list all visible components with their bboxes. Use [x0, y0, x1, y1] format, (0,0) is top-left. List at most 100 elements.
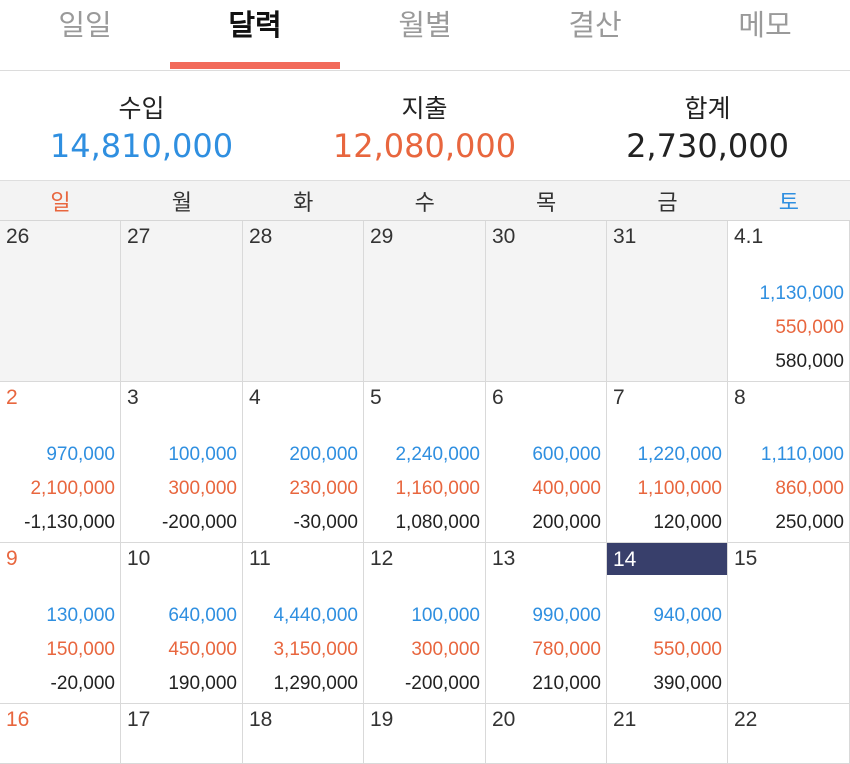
day-total-amount: 120,000 — [653, 512, 722, 533]
day-expense-amount: 150,000 — [46, 639, 115, 660]
day-expense-amount: 860,000 — [775, 478, 844, 499]
expense-label: 지출 — [401, 94, 448, 123]
calendar-day-cell[interactable]: 30 — [486, 221, 607, 382]
calendar-day-cell[interactable]: 6 600,000 400,000 200,000 — [486, 382, 607, 543]
day-total-amount: 580,000 — [775, 351, 844, 372]
day-number: 8 — [734, 386, 746, 409]
calendar-day-cell[interactable]: 2 970,000 2,100,000 -1,130,000 — [0, 382, 121, 543]
calendar-day-cell[interactable]: 22 — [728, 704, 850, 764]
day-number: 21 — [613, 708, 637, 731]
summary-bar: 수입 14,810,000 지출 12,080,000 합계 2,730,000 — [0, 71, 850, 181]
day-total-amount: -30,000 — [293, 512, 358, 533]
expense-value: 12,080,000 — [332, 127, 517, 165]
day-total-amount: 210,000 — [532, 673, 601, 694]
calendar-day-cell[interactable]: 20 — [486, 704, 607, 764]
day-number: 16 — [6, 708, 30, 731]
day-number: 7 — [613, 386, 625, 409]
day-number: 3 — [127, 386, 139, 409]
day-income-amount: 970,000 — [46, 444, 115, 465]
day-total-amount: 190,000 — [168, 673, 237, 694]
summary-income: 수입 14,810,000 — [0, 71, 283, 181]
calendar-day-cell[interactable]: 5 2,240,000 1,160,000 1,080,000 — [364, 382, 486, 543]
weekday-4: 목 — [535, 191, 557, 216]
tab-monthly[interactable]: 월별 — [340, 0, 510, 70]
day-total-amount: -20,000 — [50, 673, 115, 694]
day-number: 19 — [370, 708, 394, 731]
active-tab-indicator — [170, 62, 340, 69]
weekday-header: 일월화수목금토 — [0, 180, 850, 221]
day-expense-amount: 550,000 — [775, 317, 844, 338]
calendar-day-cell[interactable]: 15 — [728, 543, 850, 704]
calendar-day-cell[interactable]: 17 — [121, 704, 243, 764]
tab-settlement[interactable]: 결산 — [510, 0, 680, 70]
income-value: 14,810,000 — [49, 127, 234, 165]
day-number: 26 — [6, 225, 30, 248]
day-number: 29 — [370, 225, 394, 248]
calendar-day-cell[interactable]: 3 100,000 300,000 -200,000 — [121, 382, 243, 543]
day-total-amount: 390,000 — [653, 673, 722, 694]
day-expense-amount: 400,000 — [532, 478, 601, 499]
day-total-amount: 1,080,000 — [395, 512, 480, 533]
weekday-2: 화 — [293, 191, 314, 216]
weekday-0: 일 — [50, 191, 71, 216]
tab-daily[interactable]: 일일 — [0, 0, 170, 70]
calendar-day-cell[interactable]: 19 — [364, 704, 486, 764]
calendar-day-cell[interactable]: 9 130,000 150,000 -20,000 — [0, 543, 121, 704]
calendar-day-cell[interactable]: 14 940,000 550,000 390,000 — [607, 543, 728, 704]
calendar-day-cell[interactable]: 7 1,220,000 1,100,000 120,000 — [607, 382, 728, 543]
calendar-day-cell[interactable]: 28 — [243, 221, 364, 382]
day-expense-amount: 450,000 — [168, 639, 237, 660]
summary-total: 합계 2,730,000 — [566, 71, 849, 181]
day-income-amount: 940,000 — [653, 605, 722, 626]
day-number: 6 — [492, 386, 504, 409]
day-total-amount: 1,290,000 — [273, 673, 358, 694]
calendar-day-cell[interactable]: 4.1 1,130,000 550,000 580,000 — [728, 221, 850, 382]
day-expense-amount: 300,000 — [411, 639, 480, 660]
calendar-day-cell[interactable]: 8 1,110,000 860,000 250,000 — [728, 382, 850, 543]
calendar-day-cell[interactable]: 12 100,000 300,000 -200,000 — [364, 543, 486, 704]
tab-calendar[interactable]: 달력 — [170, 0, 340, 70]
tab-bar: 일일 달력 월별 결산 메모 — [0, 0, 850, 71]
calendar-day-cell[interactable]: 29 — [364, 221, 486, 382]
day-income-amount: 100,000 — [168, 444, 237, 465]
calendar-day-cell[interactable]: 16 — [0, 704, 121, 764]
tab-memo[interactable]: 메모 — [680, 0, 850, 70]
day-number: 22 — [734, 708, 758, 731]
summary-expense: 지출 12,080,000 — [283, 71, 566, 181]
day-number: 9 — [6, 547, 18, 570]
calendar-day-cell[interactable]: 26 — [0, 221, 121, 382]
day-total-amount: 250,000 — [775, 512, 844, 533]
income-label: 수입 — [118, 94, 165, 123]
day-total-amount: -200,000 — [404, 673, 480, 694]
calendar-day-cell[interactable]: 11 4,440,000 3,150,000 1,290,000 — [243, 543, 364, 704]
day-number: 30 — [492, 225, 516, 248]
day-income-amount: 100,000 — [411, 605, 480, 626]
calendar-day-cell[interactable]: 21 — [607, 704, 728, 764]
day-expense-amount: 1,100,000 — [637, 478, 722, 499]
day-number: 15 — [734, 547, 758, 570]
total-value: 2,730,000 — [626, 127, 789, 165]
calendar-day-cell[interactable]: 27 — [121, 221, 243, 382]
calendar-day-cell[interactable]: 18 — [243, 704, 364, 764]
day-expense-amount: 3,150,000 — [273, 639, 358, 660]
day-number: 28 — [249, 225, 273, 248]
calendar-day-cell[interactable]: 10 640,000 450,000 190,000 — [121, 543, 243, 704]
weekday-1: 월 — [171, 191, 193, 216]
calendar-day-cell[interactable]: 31 — [607, 221, 728, 382]
day-income-amount: 1,110,000 — [760, 444, 844, 465]
day-number: 12 — [370, 547, 394, 570]
day-income-amount: 4,440,000 — [273, 605, 358, 626]
day-number: 13 — [492, 547, 516, 570]
day-income-amount: 600,000 — [532, 444, 601, 465]
day-number: 18 — [249, 708, 273, 731]
calendar-grid: 26 27 28 29 30 31 4.1 1,130,000 550,000 580,000 2 9… — [0, 221, 850, 764]
day-expense-amount: 780,000 — [532, 639, 601, 660]
day-number: 2 — [6, 386, 18, 409]
calendar-day-cell[interactable]: 13 990,000 780,000 210,000 — [486, 543, 607, 704]
day-income-amount: 1,220,000 — [637, 444, 722, 465]
day-number: 20 — [492, 708, 516, 731]
day-total-amount: -200,000 — [161, 512, 237, 533]
day-income-amount: 640,000 — [168, 605, 237, 626]
calendar-day-cell[interactable]: 4 200,000 230,000 -30,000 — [243, 382, 364, 543]
day-number: 5 — [370, 386, 382, 409]
